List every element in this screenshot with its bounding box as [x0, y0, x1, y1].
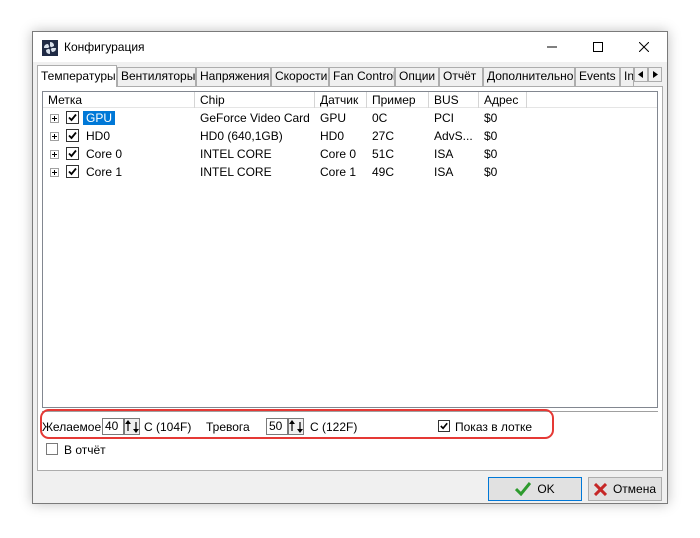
- tab-fan-control[interactable]: Fan Control: [329, 67, 395, 86]
- row-label: GPU: [83, 111, 116, 125]
- row-checkbox[interactable]: [66, 165, 79, 178]
- row-chip: INTEL CORE: [200, 147, 272, 161]
- table-row[interactable]: HD0 HD0 (640,1GB) HD0 27C AdvS... $0: [43, 127, 657, 145]
- row-sample: 51C: [372, 147, 395, 161]
- row-bus: AdvS...: [434, 129, 473, 143]
- minimize-icon: [547, 46, 557, 48]
- row-bus: PCI: [434, 111, 455, 125]
- ok-button[interactable]: OK: [488, 477, 582, 501]
- tab-fans[interactable]: Вентиляторы: [117, 67, 196, 86]
- row-label: Core 0: [86, 147, 123, 161]
- row-sample: 49C: [372, 165, 395, 179]
- tab-speeds[interactable]: Скорости: [271, 67, 329, 86]
- row-sample: 27C: [372, 129, 395, 143]
- arrow-left-icon: [638, 71, 643, 78]
- in-report-label: В отчёт: [64, 443, 106, 457]
- row-sensor: GPU: [320, 111, 347, 125]
- row-bus: ISA: [434, 147, 454, 161]
- fan-app-icon: [42, 40, 58, 56]
- row-sensor: Core 1: [320, 165, 357, 179]
- expand-icon[interactable]: [50, 150, 59, 159]
- column-header-label[interactable]: Метка: [43, 92, 195, 108]
- row-checkbox[interactable]: [66, 129, 79, 142]
- tab-report[interactable]: Отчёт: [439, 67, 483, 86]
- close-button[interactable]: [621, 32, 667, 62]
- row-sensor: HD0: [320, 129, 345, 143]
- row-address: $0: [484, 129, 498, 143]
- tab-advanced[interactable]: Дополнительно: [483, 67, 575, 86]
- expand-icon[interactable]: [50, 132, 59, 141]
- minimize-button[interactable]: [529, 32, 575, 62]
- column-header-sample[interactable]: Пример: [367, 92, 429, 108]
- cancel-button-label: Отмена: [612, 482, 657, 496]
- sensor-list[interactable]: Метка Chip Датчик Пример BUS Адрес GPU G…: [42, 91, 658, 408]
- expand-icon[interactable]: [50, 114, 59, 123]
- row-chip: HD0 (640,1GB): [200, 129, 283, 143]
- check-icon: [68, 113, 77, 122]
- tab-strip: Температуры Вентиляторы Напряжения Скоро…: [37, 65, 663, 87]
- in-report-checkbox[interactable]: [46, 443, 58, 455]
- close-icon: [639, 42, 649, 52]
- row-address: $0: [484, 165, 498, 179]
- column-header-sensor[interactable]: Датчик: [315, 92, 367, 108]
- row-chip: INTEL CORE: [200, 165, 272, 179]
- maximize-button[interactable]: [575, 32, 621, 62]
- column-header-address[interactable]: Адрес: [479, 92, 527, 108]
- row-sensor: Core 0: [320, 147, 357, 161]
- maximize-icon: [593, 42, 603, 52]
- row-address: $0: [484, 111, 498, 125]
- row-bus: ISA: [434, 165, 454, 179]
- tab-in[interactable]: In: [620, 67, 634, 86]
- check-icon: [68, 167, 77, 176]
- cancel-button[interactable]: Отмена: [588, 477, 662, 501]
- tab-scroll-left-button[interactable]: [634, 67, 648, 82]
- arrow-right-icon: [653, 71, 658, 78]
- ok-button-label: OK: [537, 482, 555, 496]
- table-row[interactable]: Core 1 INTEL CORE Core 1 49C ISA $0: [43, 163, 657, 181]
- tab-temperatures[interactable]: Температуры: [37, 65, 117, 87]
- row-checkbox[interactable]: [66, 111, 79, 124]
- check-icon: [515, 482, 532, 496]
- column-header-chip[interactable]: Chip: [195, 92, 315, 108]
- table-row[interactable]: Core 0 INTEL CORE Core 0 51C ISA $0: [43, 145, 657, 163]
- check-icon: [68, 149, 77, 158]
- title-bar[interactable]: Конфигурация: [33, 32, 667, 62]
- x-icon: [593, 482, 607, 496]
- window-title: Конфигурация: [64, 40, 145, 54]
- row-sample: 0C: [372, 111, 388, 125]
- list-header: Метка Chip Датчик Пример BUS Адрес: [43, 92, 657, 108]
- annotation-highlight-ring: [40, 409, 554, 439]
- check-icon: [68, 131, 77, 140]
- table-row[interactable]: GPU GeForce Video Card GPU 0C PCI $0: [43, 109, 657, 127]
- tab-voltages[interactable]: Напряжения: [196, 67, 271, 86]
- column-header-bus[interactable]: BUS: [429, 92, 479, 108]
- row-checkbox[interactable]: [66, 147, 79, 160]
- row-label: HD0: [86, 129, 111, 143]
- row-address: $0: [484, 147, 498, 161]
- tab-events[interactable]: Events: [575, 67, 620, 86]
- tab-options[interactable]: Опции: [395, 67, 439, 86]
- tab-scroll-right-button[interactable]: [648, 67, 662, 82]
- row-label: Core 1: [86, 165, 123, 179]
- expand-icon[interactable]: [50, 168, 59, 177]
- row-chip: GeForce Video Card: [200, 111, 310, 125]
